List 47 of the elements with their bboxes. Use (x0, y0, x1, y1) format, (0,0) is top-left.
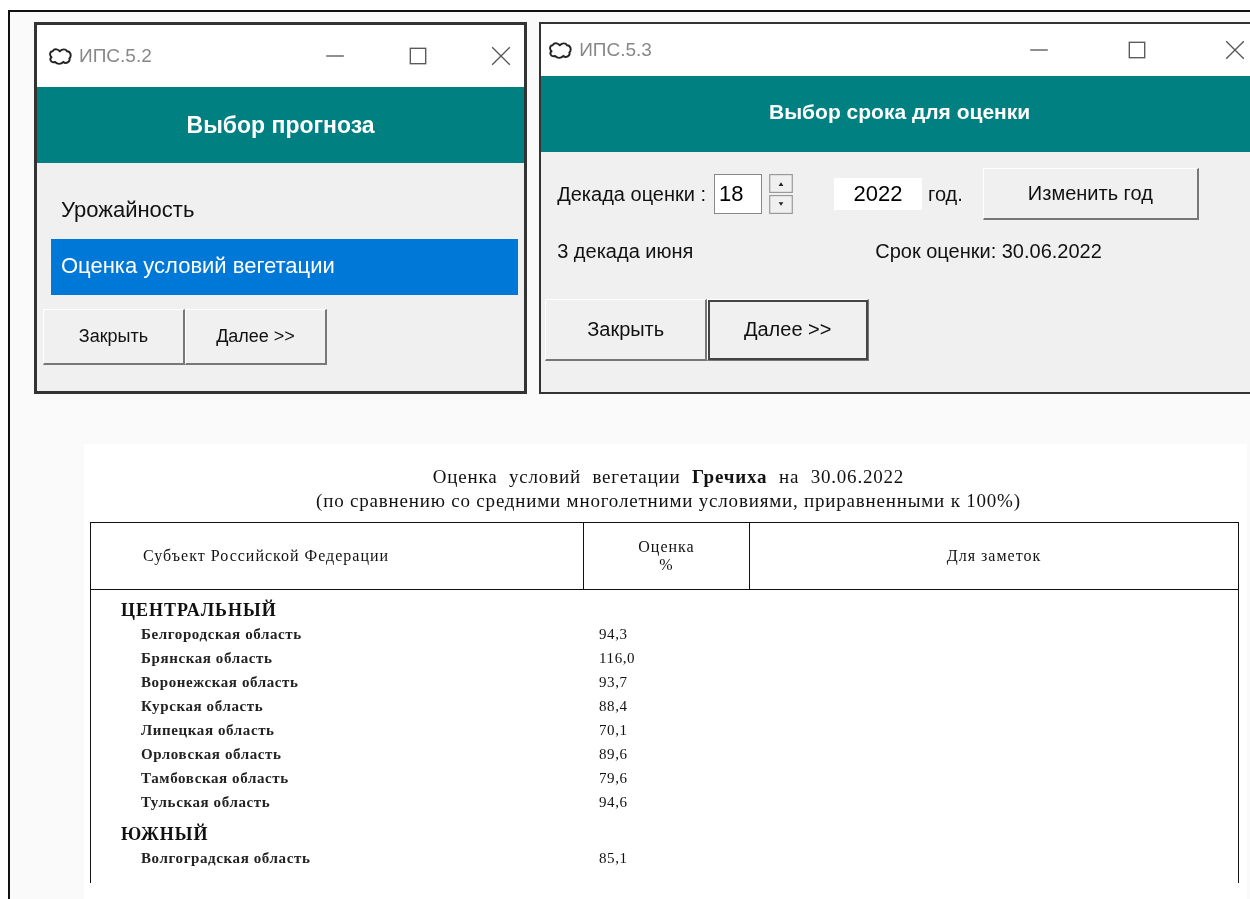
score-cell-text: 94,6 (599, 793, 629, 811)
score-cell-text: 93,7 (599, 673, 629, 691)
maximize-icon[interactable] (1126, 39, 1148, 61)
region-cell-text: Волгоградская область (140, 849, 312, 867)
header-banner: Выбор прогноза (37, 87, 525, 163)
region-cell-text: Тамбовская область (140, 769, 290, 787)
app-icon (549, 41, 574, 59)
region-cell-text: Брянская область (140, 649, 274, 667)
decade-label: Декада оценки : (557, 182, 707, 206)
app-icon (49, 47, 73, 65)
close-icon[interactable] (490, 45, 513, 67)
score-cell-text: 89,6 (599, 745, 629, 763)
change-year-button[interactable]: Изменить год (982, 168, 1199, 220)
list-item[interactable]: Оценка условий вегетации (51, 239, 519, 295)
column-header: Оценка % (584, 523, 750, 589)
score-cell-text: 88,4 (599, 697, 629, 715)
year-field: 2022 (834, 178, 923, 210)
score-cell-text: 94,3 (599, 625, 629, 643)
dialog-button[interactable]: Закрыть (43, 309, 185, 365)
region-cell-text: Тульская область (140, 793, 272, 811)
window-title: ИПС.5.3 (579, 39, 652, 61)
region-cell-text: Воронежская область (140, 673, 300, 691)
district-heading: ЮЖНЫЙ (120, 824, 210, 846)
close-icon[interactable] (1224, 39, 1246, 61)
region-cell-text: Липецкая область (140, 721, 276, 739)
column-header: Для заметок (945, 546, 1043, 567)
list-item[interactable]: Урожайность (51, 183, 519, 239)
report-title: Оценка условий вегетации Гречиха на 30.06.2022 (431, 466, 906, 488)
region-cell-text: Орловская область (140, 745, 283, 763)
year-label: год. (928, 182, 963, 206)
decade-spinner[interactable]: 18 (714, 174, 763, 214)
dialog-button[interactable]: Далее >> (707, 299, 870, 361)
dialog-button[interactable]: Закрыть (545, 299, 708, 361)
header-banner: Выбор срока для оценки (541, 76, 1250, 152)
score-cell-text: 70,1 (599, 721, 629, 739)
report-subtitle: (по сравнению со средними многолетними условиями, приравненными к 100%) (315, 490, 1022, 512)
score-cell-text: 116,0 (599, 649, 637, 667)
score-cell-text: 79,6 (599, 769, 629, 787)
decade-text: 3 декада июня (557, 240, 695, 263)
score-cell-text: 85,1 (599, 849, 629, 867)
window-title: ИПС.5.2 (79, 45, 152, 67)
region-cell-text: Курская область (140, 697, 265, 715)
dialog-button[interactable]: Далее >> (185, 309, 327, 365)
date-text: Срок оценки: 30.06.2022 (875, 240, 1102, 263)
region-cell-text: Белгородская область (140, 625, 303, 643)
column-header: Субъект Российской Федерации (91, 523, 584, 589)
district-heading: ЦЕНТРАЛЬНЫЙ (120, 600, 278, 622)
